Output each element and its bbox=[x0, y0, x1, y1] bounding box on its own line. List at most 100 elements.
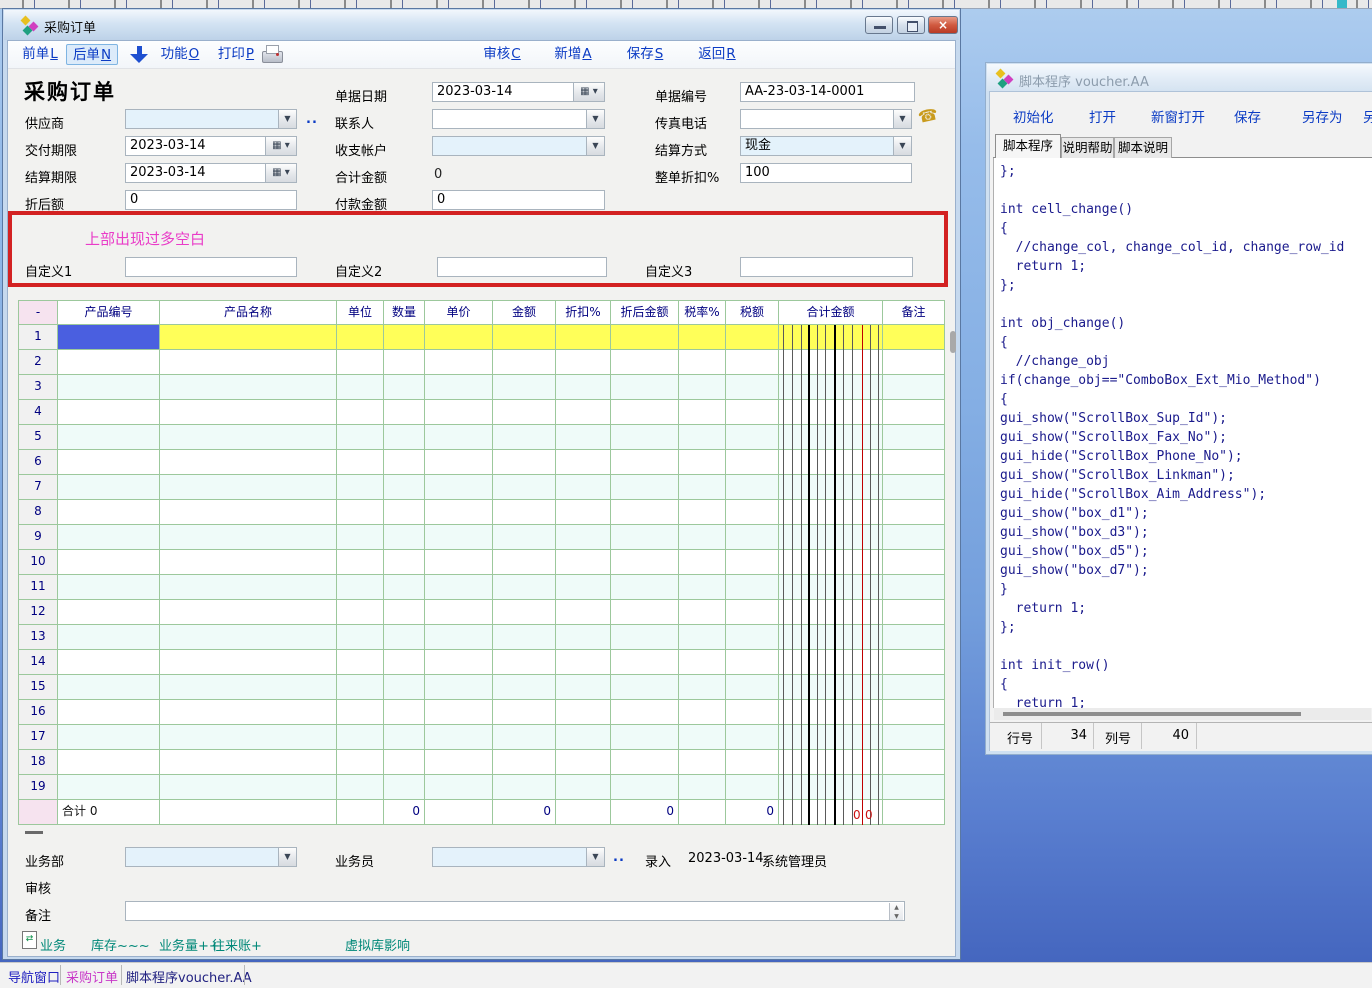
grid-vertical-scrollbar[interactable] bbox=[950, 331, 956, 353]
grid-cell[interactable] bbox=[883, 400, 945, 425]
grid-cell[interactable] bbox=[58, 600, 160, 625]
grid-cell[interactable] bbox=[160, 550, 337, 575]
table-row[interactable]: 3 bbox=[18, 375, 945, 400]
custom2-field[interactable] bbox=[437, 257, 607, 277]
grid-cell[interactable] bbox=[611, 425, 679, 450]
grid-cell[interactable] bbox=[611, 575, 679, 600]
toolbar-button-1[interactable]: 后单N bbox=[66, 44, 118, 65]
grid-cell[interactable] bbox=[883, 650, 945, 675]
grid-cell[interactable] bbox=[556, 400, 611, 425]
grid-cell[interactable] bbox=[160, 625, 337, 650]
grid-cell[interactable] bbox=[425, 600, 493, 625]
grid-cell[interactable] bbox=[425, 425, 493, 450]
column-header[interactable]: 单价 bbox=[425, 300, 493, 325]
clerk-combo[interactable]: ▼ bbox=[432, 847, 605, 867]
table-row[interactable]: 15 bbox=[18, 675, 945, 700]
grid-cell[interactable] bbox=[493, 725, 556, 750]
grid-cell[interactable] bbox=[883, 475, 945, 500]
grid-cell[interactable] bbox=[384, 625, 425, 650]
dropdown-arrow-icon[interactable]: ▼ bbox=[278, 110, 296, 128]
table-row[interactable]: 18 bbox=[18, 750, 945, 775]
settle-deadline-field[interactable]: 2023-03-14▦ ▾ bbox=[125, 163, 297, 183]
grid-cell[interactable] bbox=[58, 750, 160, 775]
footer-link-2[interactable]: 业务量++ bbox=[159, 935, 220, 954]
grid-cell[interactable] bbox=[493, 675, 556, 700]
grid-cell[interactable] bbox=[337, 775, 384, 800]
grid-cell[interactable] bbox=[679, 575, 726, 600]
delivery-deadline-field[interactable]: 2023-03-14▦ ▾ bbox=[125, 136, 297, 156]
grid-cell[interactable] bbox=[679, 425, 726, 450]
pay-account-combo[interactable]: ▼ bbox=[432, 136, 605, 156]
dropdown-arrow-icon[interactable]: ▼ bbox=[278, 848, 296, 866]
grid-cell[interactable] bbox=[337, 350, 384, 375]
grid-cell[interactable] bbox=[384, 325, 425, 350]
grid-cell[interactable] bbox=[493, 400, 556, 425]
table-row[interactable]: 1 bbox=[18, 325, 945, 350]
grid-cell[interactable] bbox=[425, 550, 493, 575]
grid-cell[interactable] bbox=[679, 325, 726, 350]
dropdown-arrow-icon[interactable]: ▼ bbox=[586, 848, 604, 866]
grid-cell[interactable] bbox=[493, 700, 556, 725]
grid-cell[interactable] bbox=[779, 475, 883, 500]
grid-cell[interactable] bbox=[779, 550, 883, 575]
grid-cell[interactable] bbox=[384, 600, 425, 625]
table-row[interactable]: 14 bbox=[18, 650, 945, 675]
grid-cell[interactable] bbox=[425, 575, 493, 600]
note-field[interactable]: ▲▼ bbox=[125, 901, 905, 921]
column-header[interactable]: - bbox=[18, 300, 58, 325]
grid-cell[interactable] bbox=[337, 675, 384, 700]
grid-cell[interactable] bbox=[425, 500, 493, 525]
dropdown-arrow-icon[interactable]: ▼ bbox=[586, 110, 604, 128]
grid-cell[interactable] bbox=[58, 650, 160, 675]
grid-cell[interactable] bbox=[779, 425, 883, 450]
grid-cell[interactable] bbox=[883, 600, 945, 625]
grid-cell[interactable] bbox=[779, 700, 883, 725]
grid-cell[interactable] bbox=[58, 425, 160, 450]
close-button[interactable]: × bbox=[928, 16, 958, 34]
code-editor[interactable]: }; int cell_change(){ //change_col, chan… bbox=[993, 158, 1372, 708]
grid-cell[interactable] bbox=[493, 550, 556, 575]
grid-cell[interactable] bbox=[384, 550, 425, 575]
script-toolbar-button-3[interactable]: 保存 bbox=[1234, 106, 1261, 126]
grid-cell[interactable] bbox=[337, 750, 384, 775]
column-header[interactable]: 折扣% bbox=[556, 300, 611, 325]
whole-discount-field[interactable]: 100 bbox=[740, 163, 912, 183]
grid-cell[interactable] bbox=[425, 525, 493, 550]
script-tab-1[interactable]: 说明帮助 bbox=[1061, 137, 1114, 158]
grid-cell[interactable] bbox=[883, 700, 945, 725]
grid-cell[interactable] bbox=[883, 450, 945, 475]
grid-cell[interactable] bbox=[679, 375, 726, 400]
column-header[interactable]: 税率% bbox=[679, 300, 726, 325]
footer-link-0[interactable]: 业务 bbox=[40, 935, 66, 954]
table-row[interactable]: 10 bbox=[18, 550, 945, 575]
grid-cell[interactable] bbox=[58, 725, 160, 750]
grid-cell[interactable] bbox=[779, 775, 883, 800]
grid-cell[interactable] bbox=[58, 350, 160, 375]
grid-cell[interactable] bbox=[779, 600, 883, 625]
column-header[interactable]: 产品编号 bbox=[58, 300, 160, 325]
grid-cell[interactable] bbox=[779, 525, 883, 550]
grid-cell[interactable] bbox=[337, 450, 384, 475]
clerk-browse-button[interactable]: .. bbox=[613, 850, 625, 865]
grid-cell[interactable] bbox=[679, 725, 726, 750]
table-row[interactable]: 8 bbox=[18, 500, 945, 525]
grid-cell[interactable] bbox=[611, 350, 679, 375]
grid-cell[interactable] bbox=[425, 625, 493, 650]
discounted-amount-field[interactable]: 0 bbox=[125, 190, 297, 210]
grid-cell[interactable] bbox=[556, 700, 611, 725]
grid-cell[interactable] bbox=[883, 625, 945, 650]
toolbar-button-3[interactable]: 打印P bbox=[212, 44, 260, 65]
fax-phone-combo[interactable]: ▼ bbox=[740, 109, 912, 129]
grid-cell[interactable] bbox=[425, 325, 493, 350]
table-row[interactable]: 9 bbox=[18, 525, 945, 550]
grid-cell[interactable] bbox=[425, 675, 493, 700]
grid-cell[interactable] bbox=[556, 500, 611, 525]
grid-cell[interactable] bbox=[337, 700, 384, 725]
grid-cell[interactable] bbox=[556, 475, 611, 500]
table-row[interactable]: 6 bbox=[18, 450, 945, 475]
grid-cell[interactable] bbox=[726, 700, 779, 725]
grid-cell[interactable] bbox=[425, 375, 493, 400]
grid-cell[interactable] bbox=[556, 650, 611, 675]
grid-cell[interactable] bbox=[726, 550, 779, 575]
grid-cell[interactable] bbox=[611, 375, 679, 400]
